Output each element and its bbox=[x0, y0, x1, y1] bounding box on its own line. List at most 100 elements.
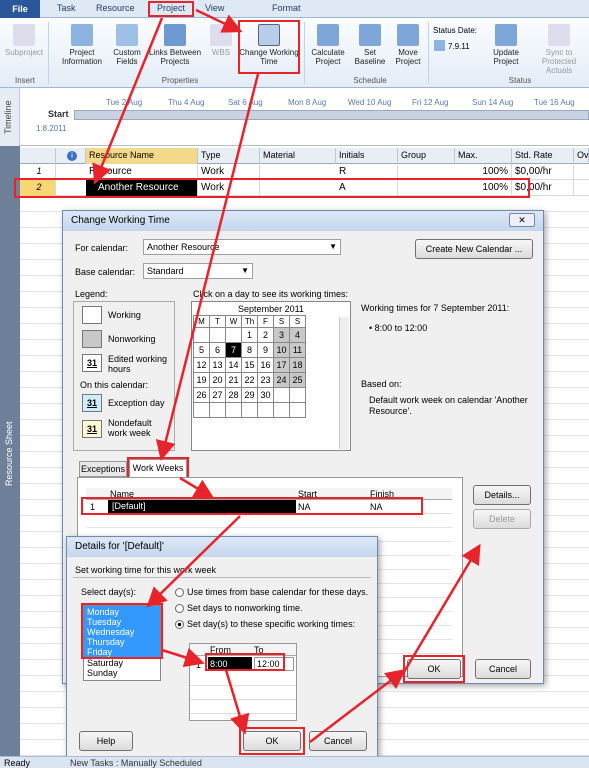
calendar-day[interactable] bbox=[209, 327, 226, 343]
calendar-day[interactable]: 3 bbox=[273, 327, 290, 343]
links-icon bbox=[164, 24, 186, 46]
details-button[interactable]: Details... bbox=[473, 485, 531, 505]
help-button[interactable]: Help bbox=[79, 731, 133, 751]
list-item-saturday[interactable]: Saturday bbox=[87, 658, 123, 668]
calendar-day[interactable]: 13 bbox=[209, 357, 226, 373]
calendar-day[interactable]: 18 bbox=[289, 357, 306, 373]
col-std-rate[interactable]: Std. Rate bbox=[512, 148, 574, 164]
weekday-header: M bbox=[193, 315, 210, 328]
radio-base-calendar[interactable] bbox=[175, 588, 184, 597]
tab-format[interactable]: Format bbox=[272, 3, 301, 13]
calendar-day[interactable]: 27 bbox=[209, 387, 226, 403]
calendar-day[interactable]: 21 bbox=[225, 372, 242, 388]
cancel-button[interactable]: Cancel bbox=[475, 659, 531, 679]
for-calendar-select[interactable]: Another Resource ▼ bbox=[143, 239, 341, 255]
calendar-day[interactable]: 14 bbox=[225, 357, 242, 373]
calendar-day[interactable] bbox=[193, 402, 210, 418]
calendar-day[interactable]: 5 bbox=[193, 342, 210, 358]
weekday-header: S bbox=[273, 315, 290, 328]
calendar-day[interactable] bbox=[273, 387, 290, 403]
calendar-day[interactable]: 25 bbox=[289, 372, 306, 388]
calendar-day[interactable] bbox=[225, 402, 242, 418]
calendar-day[interactable]: 10 bbox=[273, 342, 290, 358]
calendar-day[interactable]: 2 bbox=[257, 327, 274, 343]
calendar-day[interactable]: 17 bbox=[273, 357, 290, 373]
details-cancel-button[interactable]: Cancel bbox=[309, 731, 367, 751]
create-new-calendar-button[interactable]: Create New Calendar ... bbox=[415, 239, 533, 259]
calendar-day[interactable] bbox=[241, 402, 258, 418]
calendar-day[interactable]: 8 bbox=[241, 342, 258, 358]
calendar-day[interactable] bbox=[289, 402, 306, 418]
calendar-day[interactable]: 1 bbox=[241, 327, 258, 343]
calendar-scrollbar[interactable] bbox=[339, 317, 349, 449]
calendar-day[interactable]: 26 bbox=[193, 387, 210, 403]
custom-fields-button[interactable]: Custom Fields bbox=[108, 24, 146, 66]
status-task-mode[interactable]: New Tasks : Manually Scheduled bbox=[70, 758, 202, 768]
calendar-day[interactable]: 29 bbox=[241, 387, 258, 403]
calendar-day[interactable]: 9 bbox=[257, 342, 274, 358]
set-baseline-button[interactable]: Set Baseline bbox=[350, 24, 390, 66]
tab-exceptions[interactable]: Exceptions bbox=[79, 461, 127, 477]
col-type[interactable]: Type bbox=[198, 148, 260, 164]
calendar-day[interactable] bbox=[209, 402, 226, 418]
info-icon: i bbox=[56, 148, 86, 164]
calendar-day[interactable]: 23 bbox=[257, 372, 274, 388]
calendar-day[interactable]: 4 bbox=[289, 327, 306, 343]
calendar-day[interactable]: 24 bbox=[273, 372, 290, 388]
weekday-header: Th bbox=[241, 315, 258, 328]
col-max[interactable]: Max. bbox=[455, 148, 512, 164]
base-calendar-select[interactable]: Standard ▼ bbox=[143, 263, 253, 279]
weekday-header: T bbox=[209, 315, 226, 328]
wbs-button[interactable]: WBS bbox=[206, 24, 236, 57]
subproject-icon bbox=[13, 24, 35, 46]
calendar-day[interactable]: 6 bbox=[209, 342, 226, 358]
col-resource-name[interactable]: Resource Name bbox=[86, 148, 198, 164]
highlight-project-tab bbox=[148, 1, 194, 17]
status-date-value[interactable]: 7.9.11 bbox=[448, 42, 470, 51]
sync-protected-button[interactable]: Sync to Protected Actuals bbox=[528, 24, 589, 75]
calendar-day[interactable]: 20 bbox=[209, 372, 226, 388]
project-information-button[interactable]: Project Information bbox=[56, 24, 108, 66]
subproject-button[interactable]: Subproject bbox=[4, 24, 44, 57]
col-initials[interactable]: Initials bbox=[336, 148, 398, 164]
highlight-weekdays bbox=[81, 603, 163, 659]
calendar-day[interactable]: 22 bbox=[241, 372, 258, 388]
radio-nonworking[interactable] bbox=[175, 604, 184, 613]
calendar-day[interactable]: 11 bbox=[289, 342, 306, 358]
calendar-day[interactable]: 30 bbox=[257, 387, 274, 403]
calculate-project-button[interactable]: Calculate Project bbox=[306, 24, 350, 66]
calendar-day[interactable]: 7 bbox=[225, 342, 242, 358]
calendar-day[interactable]: 16 bbox=[257, 357, 274, 373]
close-icon[interactable]: ✕ bbox=[509, 213, 535, 227]
calendar-day[interactable]: 15 bbox=[241, 357, 258, 373]
wbs-icon bbox=[210, 24, 232, 46]
calendar-day[interactable]: 19 bbox=[193, 372, 210, 388]
calendar-day[interactable] bbox=[225, 327, 242, 343]
tab-view[interactable]: View bbox=[205, 3, 224, 13]
col-material[interactable]: Material bbox=[260, 148, 336, 164]
calendar-day[interactable] bbox=[273, 402, 290, 418]
list-item-sunday[interactable]: Sunday bbox=[87, 668, 118, 678]
highlight-cwt-ok bbox=[403, 655, 465, 683]
calendar-day[interactable] bbox=[257, 402, 274, 418]
option-base-calendar: Use times from base calendar for these d… bbox=[187, 587, 369, 597]
delete-button[interactable]: Delete bbox=[473, 509, 531, 529]
calendar-day[interactable] bbox=[289, 387, 306, 403]
links-between-projects-button[interactable]: Links Between Projects bbox=[144, 24, 206, 66]
calendar-day[interactable]: 28 bbox=[225, 387, 242, 403]
move-project-button[interactable]: Move Project bbox=[390, 24, 426, 66]
timeline-start-date: 1.8.2011 bbox=[36, 124, 67, 133]
status-ready: Ready bbox=[4, 758, 31, 768]
radio-specific-times[interactable] bbox=[175, 620, 184, 629]
tab-file[interactable]: File bbox=[0, 0, 40, 18]
calendar-day[interactable]: 12 bbox=[193, 357, 210, 373]
highlight-default-row bbox=[81, 497, 423, 515]
status-bar: Ready New Tasks : Manually Scheduled bbox=[0, 756, 589, 768]
tab-task[interactable]: Task bbox=[57, 3, 76, 13]
update-project-button[interactable]: Update Project bbox=[486, 24, 526, 66]
timeline-bar[interactable] bbox=[74, 110, 589, 120]
calendar-day[interactable] bbox=[193, 327, 210, 343]
tab-resource[interactable]: Resource bbox=[96, 3, 135, 13]
col-group[interactable]: Group bbox=[398, 148, 455, 164]
col-ov[interactable]: Ov bbox=[574, 148, 589, 164]
